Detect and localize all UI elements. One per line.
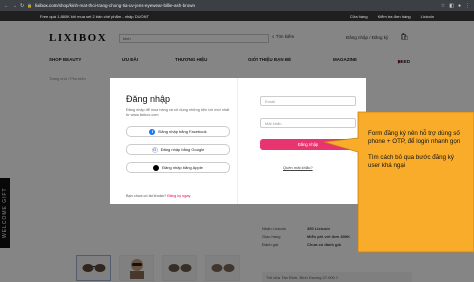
callout-shape	[323, 111, 474, 253]
facebook-login-button[interactable]: f Đăng nhập bằng Facebook	[126, 126, 230, 137]
extension-icon[interactable]: ◧	[449, 3, 454, 9]
facebook-login-label: Đăng nhập bằng Facebook	[158, 129, 207, 134]
no-account-text: Bạn chưa có tài khoản? Đăng ký ngay	[126, 194, 190, 198]
callout-line-1: Form đăng ký nên hỗ trợ dùng số phone + …	[368, 130, 461, 145]
menu-icon[interactable]: ⋮	[465, 3, 470, 9]
google-login-button[interactable]: G Đăng nhập bằng Google	[126, 144, 230, 155]
apple-login-label: Đăng nhập bằng Apple	[162, 165, 203, 170]
store-link[interactable]: Cửa hàng	[350, 14, 368, 19]
profile-icon[interactable]: ●	[458, 3, 461, 9]
lixicoin-link[interactable]: Lixicoin	[421, 14, 434, 19]
callout-text: Form đăng ký nên hỗ trợ dùng số phone + …	[368, 130, 466, 170]
reload-icon[interactable]: ↻	[20, 3, 24, 9]
modal-title: Đăng nhập	[126, 94, 171, 104]
google-icon: G	[151, 146, 158, 153]
facebook-icon: f	[149, 128, 156, 135]
google-login-label: Đăng nhập bằng Google	[160, 147, 205, 152]
browser-address-bar: ← → ↻ 🔒 lixibox.com/shop/kinh-mat-thoi-t…	[0, 0, 474, 11]
apple-login-button[interactable]: Đăng nhập bằng Apple	[126, 162, 230, 173]
lock-icon: 🔒	[27, 3, 33, 8]
annotation-callout: Form đăng ký nên hỗ trợ dùng số phone + …	[323, 106, 474, 253]
apple-icon	[153, 164, 160, 171]
back-icon[interactable]: ←	[4, 3, 9, 9]
order-check-link[interactable]: Kiểm tra đơn hàng	[378, 14, 411, 19]
social-login-panel: Đăng nhập Đăng nhập để mua hàng và sử dụ…	[110, 78, 238, 204]
forgot-password-link[interactable]: Quên mật khẩu?	[283, 165, 313, 170]
no-account-label: Bạn chưa có tài khoản?	[126, 194, 167, 198]
url-field[interactable]: lixibox.com/shop/kinh-mat-thoi-trang-cho…	[35, 3, 438, 8]
register-link[interactable]: Đăng ký ngay	[167, 194, 190, 198]
browser-extensions: ☆ ◧ ● ⋮	[441, 3, 470, 9]
callout-line-2: Tìm cách bỏ qua bước đăng ký user khá ng…	[368, 154, 454, 169]
promo-text[interactable]: Free quà 1.880K khi mua set 2 bản chế ph…	[40, 14, 350, 19]
forward-icon[interactable]: →	[12, 3, 17, 9]
modal-description: Đăng nhập để mua hàng và sử dụng những t…	[126, 108, 230, 117]
star-icon[interactable]: ☆	[441, 3, 445, 9]
promo-strip: Free quà 1.880K khi mua set 2 bản chế ph…	[0, 11, 474, 21]
